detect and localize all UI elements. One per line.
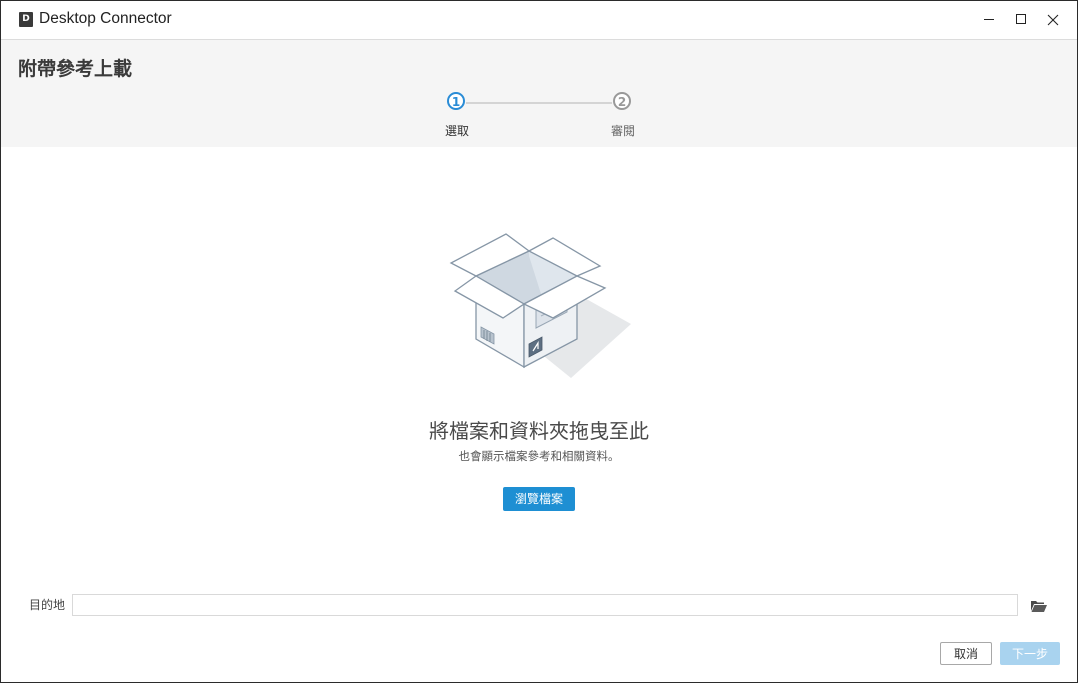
destination-label: 目的地 [29, 598, 66, 612]
app-logo-icon: D [19, 12, 33, 27]
step-1-label: 選取 [445, 124, 470, 138]
browse-destination-button[interactable] [1030, 598, 1048, 612]
title-bar: D Desktop Connector [1, 1, 1077, 40]
header-band: 附帶參考上載 1 2 選取 審閱 [1, 40, 1077, 147]
minimize-button[interactable] [973, 1, 1005, 39]
open-box-icon [449, 233, 631, 378]
next-button[interactable]: 下一步 [1000, 642, 1060, 665]
drop-zone-subtitle: 也會顯示檔案參考和相關資料。 [458, 449, 620, 463]
close-button[interactable] [1037, 1, 1069, 39]
cancel-button[interactable]: 取消 [940, 642, 992, 665]
destination-input[interactable] [72, 594, 1018, 616]
step-2-label: 審閱 [611, 124, 636, 138]
folder-open-icon [1031, 601, 1047, 612]
close-icon [1047, 14, 1059, 26]
browse-files-button[interactable]: 瀏覽檔案 [503, 487, 575, 511]
stepper-connector [466, 102, 612, 104]
step-2-indicator: 2 [613, 92, 631, 110]
window-title: Desktop Connector [39, 10, 172, 27]
step-1-indicator: 1 [447, 92, 465, 110]
drop-zone-title: 將檔案和資料夾拖曳至此 [429, 419, 649, 443]
page-title: 附帶參考上載 [18, 58, 133, 80]
maximize-button[interactable] [1005, 1, 1037, 39]
app-window: D Desktop Connector 附帶參考上載 1 2 選取 審閱 將檔案… [0, 0, 1078, 683]
